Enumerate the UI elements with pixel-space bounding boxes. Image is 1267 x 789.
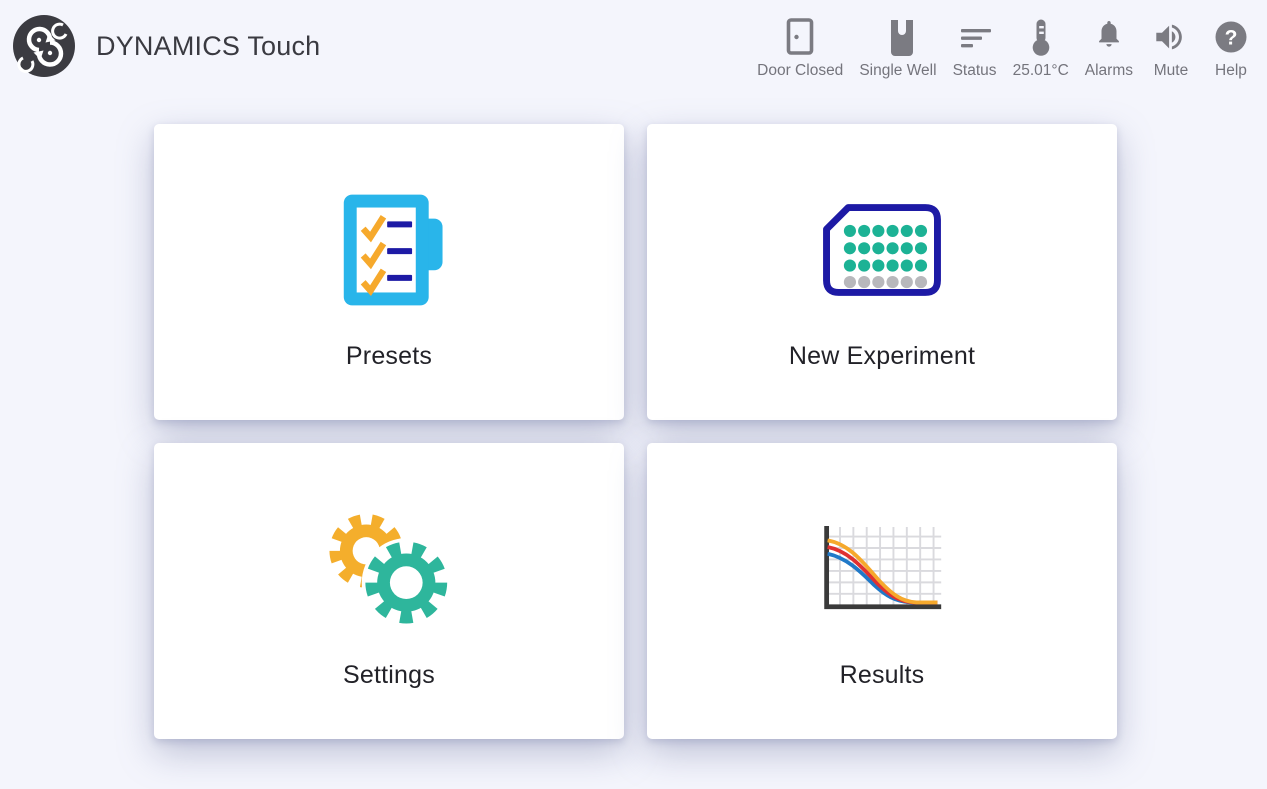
- card-presets[interactable]: Presets: [154, 124, 624, 420]
- card-label-results: Results: [840, 661, 925, 690]
- checklist-icon: [329, 189, 449, 311]
- statusbar-label: Status: [953, 62, 997, 80]
- card-label-settings: Settings: [343, 661, 435, 690]
- app-brand: DYNAMICS Touch: [12, 10, 320, 78]
- bell-icon: [1091, 16, 1127, 58]
- card-label-new-experiment: New Experiment: [789, 342, 975, 371]
- svg-text:?: ?: [1225, 27, 1238, 50]
- card-new-experiment[interactable]: New Experiment: [647, 124, 1117, 420]
- door-icon: [782, 16, 818, 58]
- statusbar-item-temperature[interactable]: 25.01°C: [1013, 14, 1069, 80]
- well-plate-icon: [817, 198, 947, 302]
- card-results[interactable]: Results: [647, 443, 1117, 739]
- statusbar-label: Alarms: [1085, 62, 1133, 80]
- app-title: DYNAMICS Touch: [96, 31, 320, 62]
- wyatt-swirl-logo: [12, 14, 76, 78]
- chart-icon: [819, 525, 945, 613]
- status-lines-icon: [957, 16, 993, 58]
- card-label-presets: Presets: [346, 342, 432, 371]
- statusbar-item-help[interactable]: ? Help: [1209, 14, 1253, 80]
- statusbar: Door Closed Single Well Status 25.0: [757, 10, 1253, 80]
- statusbar-item-mute[interactable]: Mute: [1149, 14, 1193, 80]
- statusbar-label: Help: [1215, 62, 1247, 80]
- help-icon: ?: [1213, 16, 1249, 58]
- statusbar-label: Single Well: [859, 62, 936, 80]
- app-header: DYNAMICS Touch Door Closed Single Well S…: [0, 0, 1267, 88]
- speaker-icon: [1153, 16, 1189, 58]
- statusbar-label: Door Closed: [757, 62, 843, 80]
- card-settings[interactable]: Settings: [154, 443, 624, 739]
- home-card-grid: Presets New Experiment: [154, 124, 1117, 739]
- statusbar-item-single-well[interactable]: Single Well: [859, 14, 936, 80]
- gears-icon: [325, 509, 453, 629]
- statusbar-item-status[interactable]: Status: [953, 14, 997, 80]
- statusbar-label: 25.01°C: [1013, 62, 1069, 80]
- cuvette-icon: [880, 16, 916, 58]
- statusbar-label: Mute: [1154, 62, 1188, 80]
- statusbar-item-door[interactable]: Door Closed: [757, 14, 843, 80]
- statusbar-item-alarms[interactable]: Alarms: [1085, 14, 1133, 80]
- thermometer-icon: [1023, 16, 1059, 58]
